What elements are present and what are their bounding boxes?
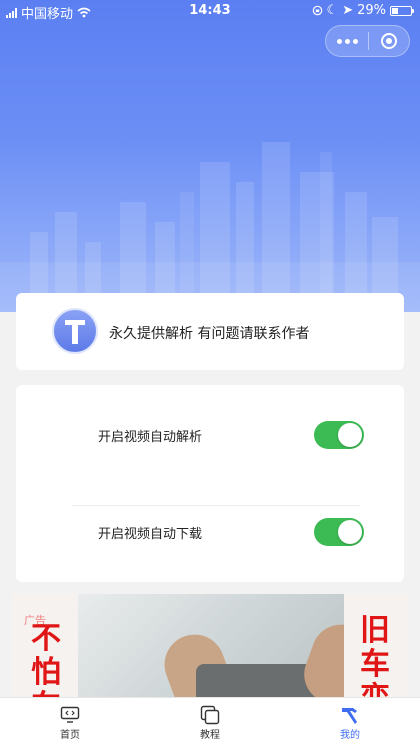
- tab-label: 首页: [60, 730, 80, 741]
- monitor-code-icon: [60, 706, 80, 723]
- auto-download-toggle[interactable]: [314, 518, 364, 546]
- target-close-icon: [381, 33, 397, 49]
- status-bar: 中国移动 14:43 ☾ ➤ 29%: [0, 0, 420, 22]
- battery-icon: [390, 5, 414, 16]
- avatar[interactable]: [52, 308, 98, 354]
- ad-right-text: 旧车变: [360, 613, 390, 705]
- setting-label: 开启视频自动解析: [98, 430, 203, 445]
- battery-percent: 29%: [357, 3, 386, 18]
- tab-home[interactable]: 首页: [0, 698, 140, 748]
- moon-icon: ☾: [326, 3, 339, 18]
- tab-mine[interactable]: 我的: [280, 698, 420, 748]
- tab-label: 我的: [340, 730, 360, 741]
- stacked-squares-icon: [200, 705, 220, 725]
- city-skyline-illustration: [0, 142, 420, 312]
- tab-label: 教程: [200, 730, 220, 741]
- tab-tutorial[interactable]: 教程: [140, 698, 280, 748]
- lock-rotation-icon: [312, 5, 322, 16]
- hammer-icon: [342, 708, 357, 724]
- auto-parse-toggle[interactable]: [314, 421, 364, 449]
- more-dots-icon[interactable]: [326, 38, 368, 44]
- ad-banner[interactable]: 广告 不怕车 旧车变: [12, 594, 408, 704]
- location-arrow-icon: ➤: [342, 3, 354, 18]
- ad-photo: [78, 594, 378, 704]
- setting-label: 开启视频自动下载: [98, 527, 203, 542]
- notice-text: 永久提供解析 有问题请联系作者: [109, 326, 310, 342]
- profile-card: 永久提供解析 有问题请联系作者: [16, 293, 404, 370]
- hammer-logo-icon: [65, 320, 85, 344]
- setting-row-auto-parse: 开启视频自动解析: [72, 405, 364, 465]
- close-button[interactable]: [369, 33, 409, 49]
- setting-row-auto-download: 开启视频自动下载: [72, 502, 364, 562]
- miniprogram-capsule: [325, 25, 410, 57]
- bottom-tab-bar: 首页 教程 我的: [0, 697, 420, 748]
- settings-card: 开启视频自动解析 开启视频自动下载: [16, 385, 404, 582]
- ad-left-text: 不怕车: [31, 621, 61, 705]
